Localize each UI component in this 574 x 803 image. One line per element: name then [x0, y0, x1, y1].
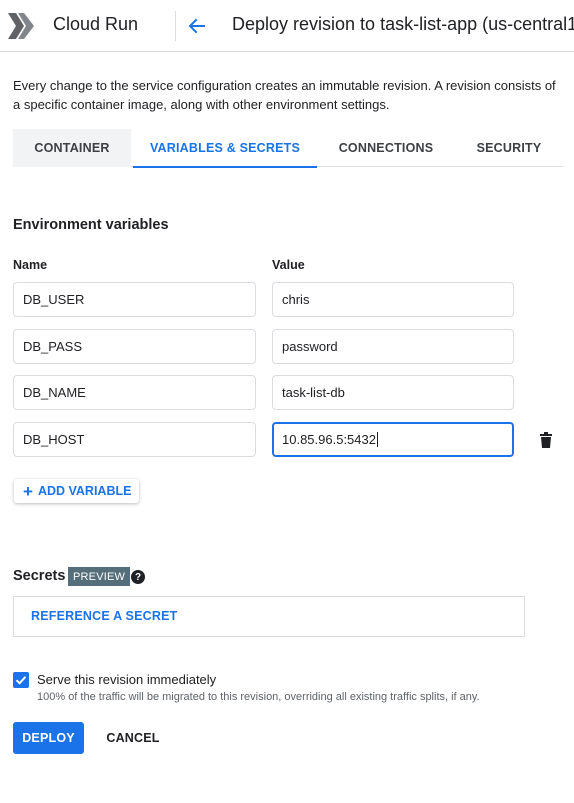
env-value-field[interactable]: chris — [272, 282, 514, 317]
page-title: Deploy revision to task-list-app (us-cen… — [232, 14, 574, 34]
serve-immediately-help: 100% of the traffic will be migrated to … — [37, 691, 480, 703]
preview-badge: PREVIEW — [68, 567, 131, 586]
checkmark-icon — [15, 676, 27, 685]
delete-trash-icon[interactable] — [538, 432, 554, 450]
text-caret — [376, 432, 378, 447]
env-value-field[interactable]: password — [272, 329, 514, 364]
cancel-button[interactable]: CANCEL — [100, 722, 166, 754]
add-variable-label: ADD VARIABLE — [37, 484, 132, 498]
deploy-button[interactable]: DEPLOY — [13, 722, 84, 754]
tab-bar: CONTAINER VARIABLES & SECRETS CONNECTION… — [13, 129, 563, 168]
intro-description: Every change to the service configuratio… — [13, 78, 556, 112]
env-name-field[interactable]: DB_HOST — [13, 422, 256, 457]
value-column-label: Value — [272, 258, 305, 272]
env-name-field[interactable]: DB_NAME — [13, 375, 256, 410]
cloud-run-logo-icon — [6, 11, 38, 41]
plus-icon: + — [23, 481, 33, 501]
env-value-field[interactable]: task-list-db — [272, 375, 514, 410]
tab-container[interactable]: CONTAINER — [13, 129, 131, 167]
env-name-field[interactable]: DB_USER — [13, 282, 256, 317]
env-value-text: 10.85.96.5:5432 — [282, 432, 376, 447]
help-icon[interactable]: ? — [131, 570, 145, 584]
serve-immediately-label: Serve this revision immediately — [37, 672, 217, 687]
tab-connections[interactable]: CONNECTIONS — [317, 129, 455, 167]
back-arrow-icon[interactable] — [183, 12, 211, 40]
secrets-panel: REFERENCE A SECRET — [13, 596, 525, 637]
tab-variables-secrets[interactable]: VARIABLES & SECRETS — [133, 129, 317, 168]
env-section-title: Environment variables — [13, 217, 169, 233]
tab-security[interactable]: SECURITY — [455, 129, 563, 167]
secrets-section-title: Secrets — [13, 568, 66, 584]
name-column-label: Name — [13, 258, 48, 272]
serve-immediately-checkbox[interactable] — [13, 672, 29, 688]
app-header: Cloud Run Deploy revision to task-list-a… — [0, 0, 574, 52]
reference-secret-button[interactable]: REFERENCE A SECRET — [31, 609, 177, 623]
add-variable-button[interactable]: + ADD VARIABLE — [14, 479, 139, 503]
product-name: Cloud Run — [53, 14, 139, 34]
env-name-field[interactable]: DB_PASS — [13, 329, 256, 364]
env-value-field-focused[interactable]: 10.85.96.5:5432 — [272, 422, 514, 457]
header-divider — [175, 11, 176, 41]
